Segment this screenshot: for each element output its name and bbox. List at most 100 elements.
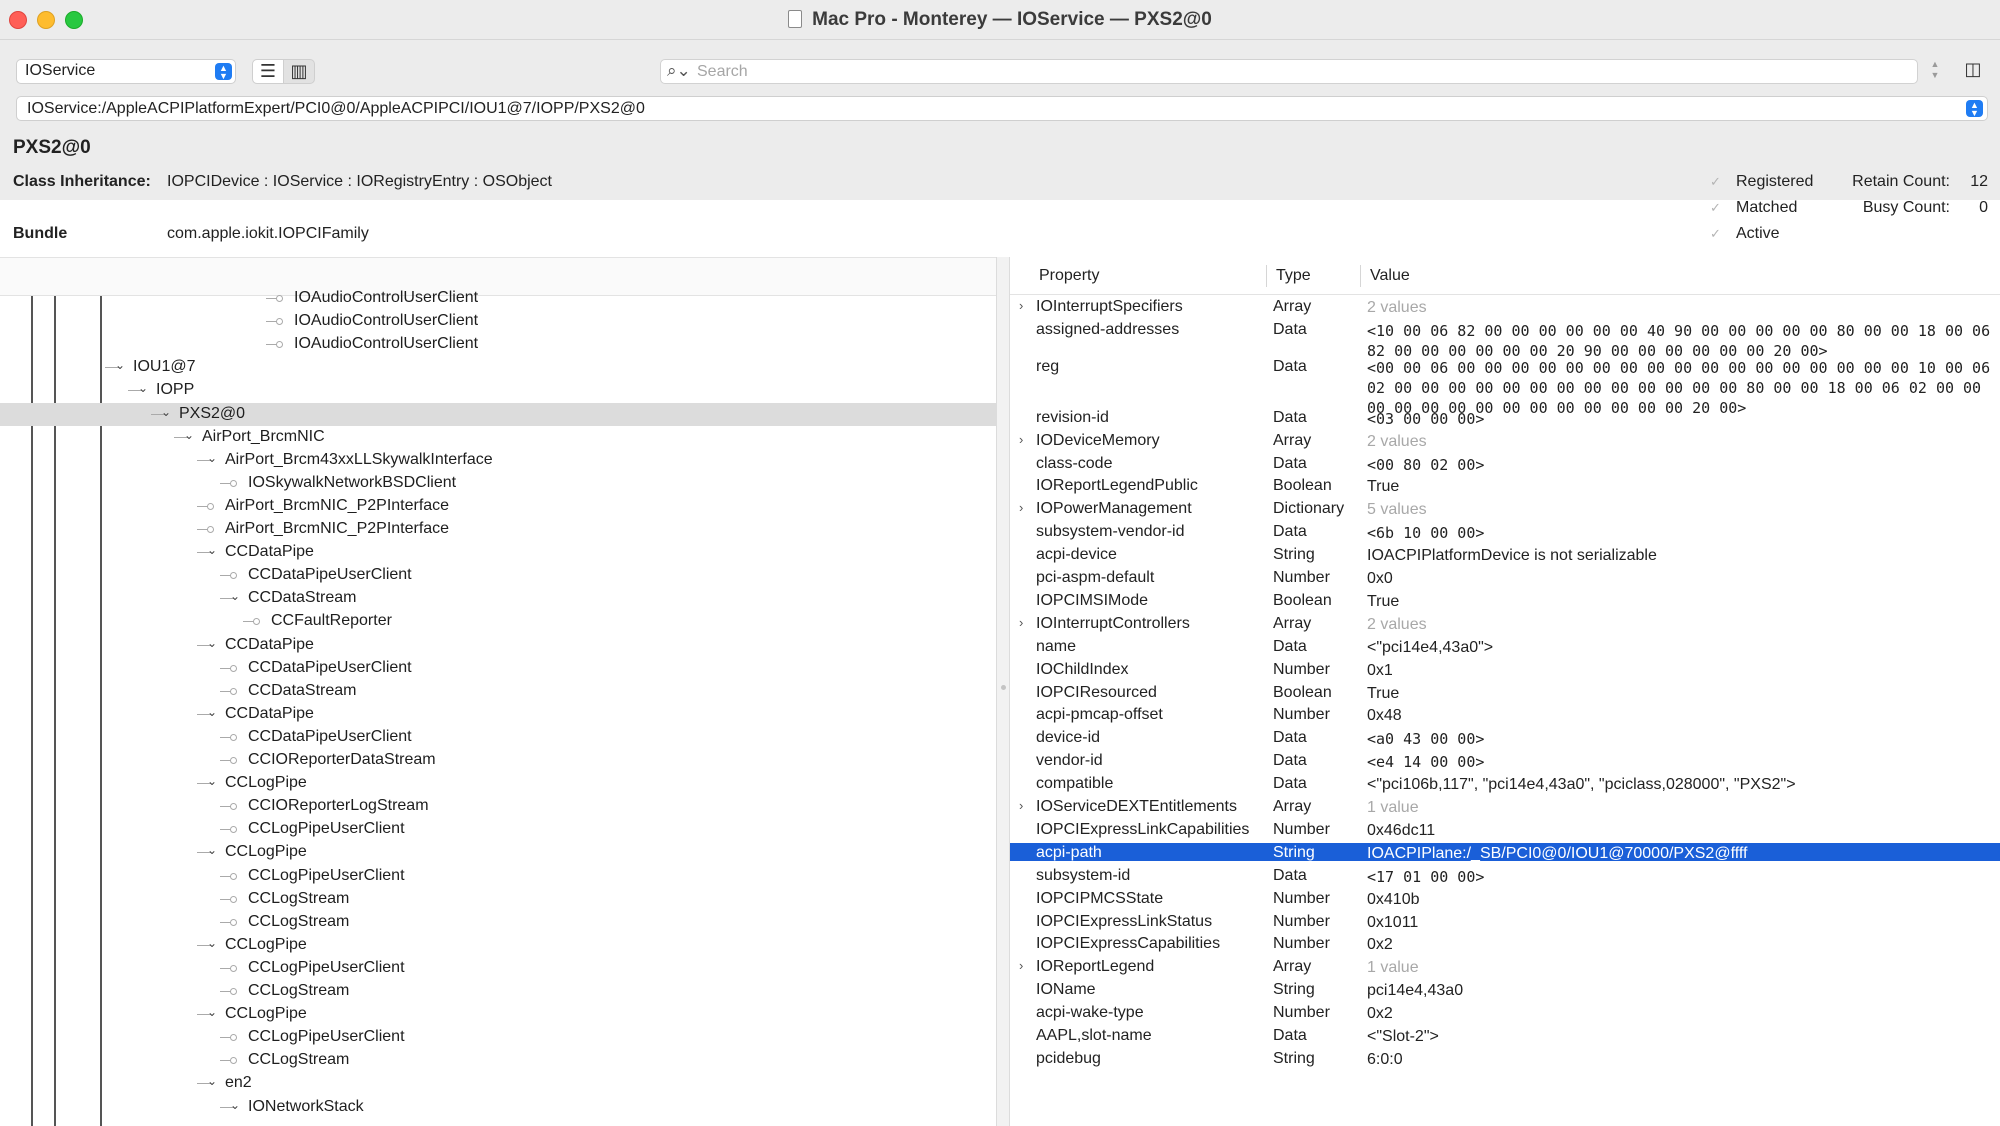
- tree-row[interactable]: CCLogStream: [0, 980, 996, 1003]
- property-row[interactable]: acpi-device String IOACPIPlatformDevice is…: [1010, 545, 2000, 564]
- property-row[interactable]: subsystem-id Data <17 01 00 00>: [1010, 866, 2000, 886]
- property-row[interactable]: IOPCIExpressLinkCapabilities Number 0x46dc…: [1010, 820, 2000, 839]
- tree-row[interactable]: ⌄ PXS2@0: [0, 402, 996, 426]
- property-row[interactable]: acpi-wake-type Number 0x2: [1010, 1003, 2000, 1022]
- property-row[interactable]: IOPCIPMCSState Number 0x410b: [1010, 889, 2000, 908]
- disclosure-chevron-icon[interactable]: ⌄: [138, 381, 152, 395]
- tree-row[interactable]: CCDataPipeUserClient: [0, 657, 996, 680]
- tree-row[interactable]: IOAudioControlUserClient: [0, 333, 996, 356]
- expand-chevron-icon[interactable]: ›: [1019, 958, 1023, 973]
- tree-row[interactable]: ⌄ AirPort_Brcm43xxLLSkywalkInterface: [0, 449, 996, 472]
- tree-row[interactable]: IOSkywalkNetworkBSDClient: [0, 472, 996, 495]
- disclosure-chevron-icon[interactable]: ⌄: [207, 936, 221, 950]
- path-bar[interactable]: IOService:/AppleACPIPlatformExpert/PCI0@…: [16, 96, 1988, 121]
- property-row[interactable]: › IOReportLegend Array 1 value: [1010, 957, 2000, 976]
- column-view-button[interactable]: ▥: [283, 59, 315, 84]
- tree-row[interactable]: CCLogPipeUserClient: [0, 818, 996, 841]
- tree-row[interactable]: ⌄ CCDataPipe: [0, 703, 996, 726]
- property-row[interactable]: name Data <"pci14e4,43a0">: [1010, 637, 2000, 656]
- tree-row[interactable]: AirPort_BrcmNIC_P2PInterface: [0, 495, 996, 518]
- expand-chevron-icon[interactable]: ›: [1019, 615, 1023, 630]
- tree-row[interactable]: ⌄ CCDataPipe: [0, 634, 996, 657]
- tree-row[interactable]: ⌄ en2: [0, 1072, 996, 1095]
- tree-row[interactable]: CCDataPipeUserClient: [0, 726, 996, 749]
- column-header-type[interactable]: Type: [1276, 267, 1311, 285]
- expand-chevron-icon[interactable]: ›: [1019, 298, 1023, 313]
- tree-row[interactable]: CCLogPipeUserClient: [0, 957, 996, 980]
- property-row[interactable]: IOPCIExpressCapabilities Number 0x2: [1010, 934, 2000, 953]
- property-row[interactable]: › IOInterruptControllers Array 2 values: [1010, 614, 2000, 633]
- tree-row[interactable]: CCLogPipeUserClient: [0, 1026, 996, 1049]
- split-view-divider[interactable]: [996, 257, 1010, 1126]
- disclosure-chevron-icon[interactable]: ⌄: [207, 843, 221, 857]
- disclosure-chevron-icon[interactable]: ⌄: [115, 358, 129, 372]
- tree-row[interactable]: ⌄ CCDataStream: [0, 587, 996, 610]
- disclosure-chevron-icon[interactable]: ⌄: [207, 1005, 221, 1019]
- property-row[interactable]: device-id Data <a0 43 00 00>: [1010, 728, 2000, 748]
- expand-chevron-icon[interactable]: ›: [1019, 432, 1023, 447]
- list-view-button[interactable]: ☰: [252, 59, 284, 84]
- column-header-property[interactable]: Property: [1039, 267, 1099, 285]
- property-row[interactable]: IOReportLegendPublic Boolean True: [1010, 476, 2000, 495]
- search-input[interactable]: [697, 63, 1897, 81]
- tree-row[interactable]: ⌄ CCLogPipe: [0, 841, 996, 864]
- property-row[interactable]: IOPCIExpressLinkStatus Number 0x1011: [1010, 912, 2000, 931]
- disclosure-chevron-icon[interactable]: ⌄: [207, 705, 221, 719]
- disclosure-chevron-icon[interactable]: ⌄: [230, 589, 244, 603]
- registry-tree[interactable]: IOAudioControlUserClient IOAudioControlUs…: [0, 257, 996, 1126]
- properties-table[interactable]: Property Type Value › IOInterruptSpecifie…: [1010, 257, 2000, 1126]
- property-row[interactable]: subsystem-vendor-id Data <6b 10 00 00>: [1010, 522, 2000, 542]
- plane-select[interactable]: IOService ▲ ▼: [16, 59, 236, 84]
- search-field[interactable]: ⌕⌄: [660, 59, 1918, 84]
- property-row[interactable]: class-code Data <00 80 02 00>: [1010, 454, 2000, 474]
- tree-row[interactable]: ⌄ IONetworkStack: [0, 1096, 996, 1119]
- property-row[interactable]: › IOPowerManagement Dictionary 5 values: [1010, 499, 2000, 518]
- tree-row[interactable]: CCLogStream: [0, 888, 996, 911]
- disclosure-chevron-icon[interactable]: ⌄: [230, 1098, 244, 1112]
- column-header-value[interactable]: Value: [1370, 267, 1410, 285]
- tree-row[interactable]: ⌄ IOPP: [0, 379, 996, 402]
- property-row[interactable]: acpi-path String IOACPIPlane:/_SB/PCI0@0/I…: [1010, 842, 2000, 862]
- tree-row[interactable]: ⌄ AirPort_BrcmNIC: [0, 426, 996, 449]
- disclosure-chevron-icon[interactable]: ⌄: [184, 428, 198, 442]
- property-row[interactable]: vendor-id Data <e4 14 00 00>: [1010, 751, 2000, 771]
- tree-row[interactable]: CCLogStream: [0, 911, 996, 934]
- property-row[interactable]: pci-aspm-default Number 0x0: [1010, 568, 2000, 587]
- property-row[interactable]: revision-id Data <03 00 00 00>: [1010, 408, 2000, 428]
- tree-row[interactable]: CCLogPipeUserClient: [0, 865, 996, 888]
- disclosure-chevron-icon[interactable]: ⌄: [161, 405, 175, 419]
- tree-row[interactable]: CCIOReporterDataStream: [0, 749, 996, 772]
- inspector-toggle-button[interactable]: ◫: [1960, 59, 1986, 84]
- tree-row[interactable]: ⌄ IOU1@7: [0, 356, 996, 379]
- property-row[interactable]: assigned-addresses Data <10 00 06 82 00 00…: [1010, 320, 2000, 360]
- expand-chevron-icon[interactable]: ›: [1019, 500, 1023, 515]
- disclosure-chevron-icon[interactable]: ⌄: [207, 1074, 221, 1088]
- tree-row[interactable]: CCLogStream: [0, 1049, 996, 1072]
- tree-row[interactable]: IOAudioControlUserClient: [0, 310, 996, 333]
- property-row[interactable]: acpi-pmcap-offset Number 0x48: [1010, 705, 2000, 724]
- property-row[interactable]: › IODeviceMemory Array 2 values: [1010, 431, 2000, 450]
- tree-row[interactable]: CCIOReporterLogStream: [0, 795, 996, 818]
- search-stepper[interactable]: ▲ ▼: [1927, 59, 1943, 84]
- tree-row[interactable]: CCFaultReporter: [0, 610, 996, 633]
- property-row[interactable]: › IOServiceDEXTEntitlements Array 1 value: [1010, 797, 2000, 816]
- property-row[interactable]: reg Data <00 00 06 00 00 00 00 00 00 00 00…: [1010, 357, 2000, 417]
- property-row[interactable]: compatible Data <"pci106b,117", "pci14e4,4…: [1010, 774, 2000, 793]
- property-row[interactable]: › IOInterruptSpecifiers Array 2 values: [1010, 297, 2000, 316]
- tree-row[interactable]: ⌄ CCDataPipe: [0, 541, 996, 564]
- disclosure-chevron-icon[interactable]: ⌄: [207, 774, 221, 788]
- disclosure-chevron-icon[interactable]: ⌄: [207, 543, 221, 557]
- tree-row[interactable]: ⌄ CCLogPipe: [0, 1003, 996, 1026]
- property-row[interactable]: AAPL,slot-name Data <"Slot-2">: [1010, 1026, 2000, 1045]
- disclosure-chevron-icon[interactable]: ⌄: [207, 636, 221, 650]
- disclosure-chevron-icon[interactable]: ⌄: [207, 451, 221, 465]
- tree-row[interactable]: ⌄ CCLogPipe: [0, 934, 996, 957]
- tree-row[interactable]: CCDataPipeUserClient: [0, 564, 996, 587]
- property-row[interactable]: pcidebug String 6:0:0: [1010, 1049, 2000, 1068]
- property-row[interactable]: IOChildIndex Number 0x1: [1010, 660, 2000, 679]
- expand-chevron-icon[interactable]: ›: [1019, 798, 1023, 813]
- property-row[interactable]: IOName String pci14e4,43a0: [1010, 980, 2000, 999]
- tree-row[interactable]: AirPort_BrcmNIC_P2PInterface: [0, 518, 996, 541]
- tree-row[interactable]: IOAudioControlUserClient: [0, 287, 996, 310]
- property-row[interactable]: IOPCIResourced Boolean True: [1010, 683, 2000, 702]
